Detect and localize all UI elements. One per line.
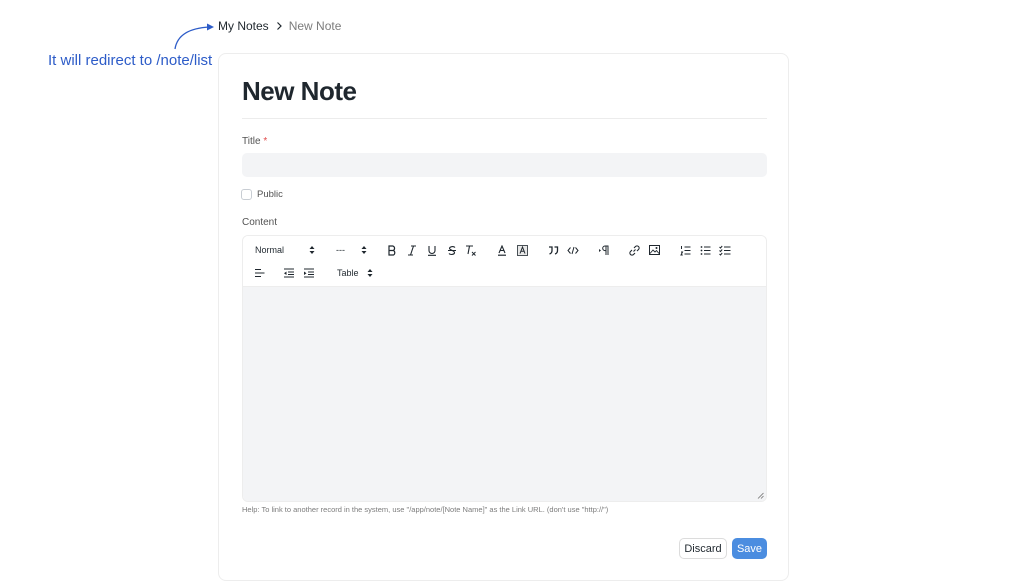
title-input[interactable] [242, 153, 767, 177]
content-editor: Normal --- Table [242, 235, 767, 502]
table-select-value: Table [337, 268, 359, 278]
align-left-icon[interactable] [252, 265, 266, 281]
italic-icon[interactable] [405, 242, 419, 258]
size-select-value: --- [336, 245, 345, 255]
editor-toolbar: Normal --- Table [243, 236, 766, 287]
breadcrumb: My Notes New Note [218, 19, 341, 33]
select-caret-icon [367, 269, 373, 277]
public-checkbox-row[interactable]: Public [241, 189, 283, 200]
blockquote-icon[interactable] [546, 242, 560, 258]
code-icon[interactable] [566, 242, 580, 258]
underline-icon[interactable] [425, 242, 439, 258]
ordered-list-icon[interactable] [678, 242, 692, 258]
bullet-list-icon[interactable] [698, 242, 712, 258]
required-mark: * [263, 136, 268, 147]
background-color-icon[interactable] [515, 242, 529, 258]
discard-button[interactable]: Discard [679, 538, 727, 559]
resize-handle-icon[interactable] [757, 492, 764, 499]
form-card: New Note Title * Public Content Normal -… [218, 53, 789, 581]
table-select[interactable]: Table [337, 265, 373, 281]
title-label-text: Title [242, 136, 261, 147]
paragraph-direction-icon[interactable] [597, 242, 611, 258]
style-select-value: Normal [255, 245, 285, 255]
text-color-icon[interactable] [495, 242, 509, 258]
title-label: Title * [242, 136, 267, 147]
annotation-arrow-icon [174, 23, 214, 50]
public-label: Public [257, 189, 283, 200]
image-icon[interactable] [647, 242, 661, 258]
checklist-icon[interactable] [718, 242, 732, 258]
bold-icon[interactable] [385, 242, 399, 258]
save-button[interactable]: Save [732, 538, 767, 559]
style-select[interactable]: Normal [255, 242, 315, 258]
content-editor-body[interactable] [243, 287, 766, 501]
select-caret-icon [361, 246, 367, 254]
breadcrumb-my-notes[interactable]: My Notes [218, 19, 269, 33]
outdent-icon[interactable] [282, 265, 296, 281]
select-caret-icon [309, 246, 315, 254]
link-icon[interactable] [627, 242, 641, 258]
content-label: Content [242, 217, 278, 228]
clear-format-icon[interactable] [464, 242, 478, 258]
indent-icon[interactable] [302, 265, 316, 281]
title-divider [242, 118, 767, 119]
size-select[interactable]: --- [336, 242, 367, 258]
breadcrumb-current: New Note [288, 19, 342, 33]
public-checkbox[interactable] [241, 189, 252, 200]
strikethrough-icon[interactable] [445, 242, 459, 258]
page-title: New Note [242, 76, 357, 106]
redirect-annotation: It will redirect to /note/list [48, 52, 213, 69]
help-text: Help: To link to another record in the s… [242, 505, 609, 514]
chevron-right-icon [275, 21, 283, 31]
